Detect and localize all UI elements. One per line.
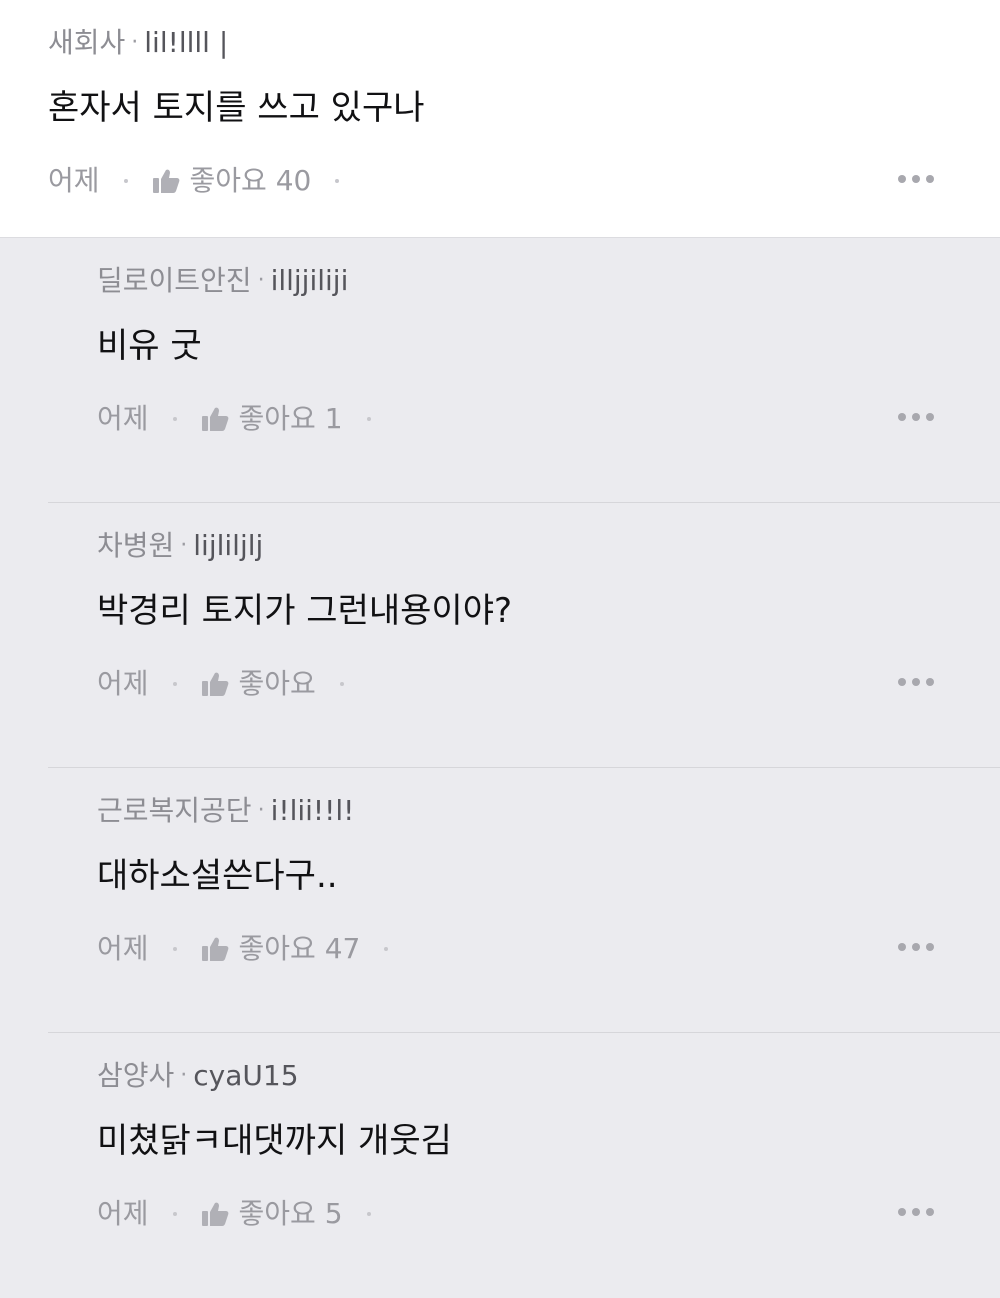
like-button[interactable]: 좋아요 5 bbox=[201, 1197, 343, 1231]
more-dots-icon bbox=[898, 943, 906, 951]
separator-dot: · bbox=[180, 1063, 188, 1088]
comment-meta: 새회사 · lil!llll | bbox=[48, 26, 228, 60]
like-label: 좋아요 bbox=[238, 932, 316, 965]
thumbs-up-icon bbox=[201, 407, 228, 431]
timestamp: 어제 bbox=[97, 932, 149, 965]
timestamp: 어제 bbox=[97, 402, 149, 435]
timestamp: 어제 bbox=[48, 164, 100, 197]
comment-meta: 근로복지공단 · i!lii!!l! bbox=[97, 794, 354, 828]
reply-item: 근로복지공단 · i!lii!!l! 대하소설쓴다구.. 어제 좋아요 47 bbox=[0, 768, 1000, 1033]
author-name[interactable]: 삼양사 bbox=[97, 1059, 174, 1092]
comment-text: 비유 굿 bbox=[97, 326, 202, 366]
separator-dot bbox=[339, 682, 344, 686]
comment-text: 미쳤닭ㅋ대댓까지 개웃김 bbox=[97, 1121, 452, 1161]
like-button[interactable]: 좋아요 40 bbox=[152, 164, 312, 198]
separator-dot: · bbox=[257, 268, 265, 293]
comment-meta: 차병원 · lijliljlj bbox=[97, 529, 263, 563]
comment-actions: 어제 좋아요 47 bbox=[97, 932, 412, 966]
separator-dot: · bbox=[180, 533, 188, 558]
like-button[interactable]: 좋아요 47 bbox=[201, 932, 361, 966]
thumbs-up-icon bbox=[152, 169, 179, 193]
author-name[interactable]: 새회사 bbox=[48, 26, 125, 59]
separator-dot bbox=[172, 417, 177, 421]
comment-text: 대하소설쓴다구.. bbox=[97, 856, 338, 896]
like-count: 40 bbox=[275, 164, 312, 197]
more-dots-icon bbox=[898, 678, 906, 686]
separator-dot bbox=[172, 682, 177, 686]
thumbs-up-icon bbox=[201, 1202, 228, 1226]
separator-dot bbox=[335, 179, 340, 183]
comment-actions: 어제 좋아요 bbox=[97, 667, 368, 701]
comment-actions: 어제 좋아요 1 bbox=[97, 402, 395, 436]
comment-actions: 어제 좋아요 5 bbox=[97, 1197, 395, 1231]
thumbs-up-icon bbox=[201, 672, 228, 696]
timestamp: 어제 bbox=[97, 1197, 149, 1230]
more-options-button[interactable] bbox=[898, 175, 934, 183]
like-count: 47 bbox=[324, 932, 361, 965]
like-button[interactable]: 좋아요 1 bbox=[201, 402, 343, 436]
comment-meta: 딜로이트안진 · illjjiliji bbox=[97, 264, 348, 298]
more-options-button[interactable] bbox=[898, 678, 934, 686]
author-name[interactable]: 딜로이트안진 bbox=[97, 264, 252, 297]
author-name[interactable]: 차병원 bbox=[97, 529, 174, 562]
like-label: 좋아요 bbox=[189, 164, 267, 197]
more-options-button[interactable] bbox=[898, 413, 934, 421]
more-dots-icon bbox=[898, 413, 906, 421]
like-label: 좋아요 bbox=[238, 1197, 316, 1230]
separator-dot: · bbox=[131, 30, 139, 55]
separator-dot bbox=[366, 1212, 371, 1216]
author-name[interactable]: 근로복지공단 bbox=[97, 794, 252, 827]
comment-text: 박경리 토지가 그런내용이야? bbox=[97, 591, 513, 631]
like-label: 좋아요 bbox=[238, 402, 316, 435]
more-options-button[interactable] bbox=[898, 943, 934, 951]
separator-dot bbox=[172, 947, 177, 951]
thumbs-up-icon bbox=[201, 937, 228, 961]
reply-item: 딜로이트안진 · illjjiliji 비유 굿 어제 좋아요 1 bbox=[0, 238, 1000, 503]
main-comment: 새회사 · lil!llll | 혼자서 토지를 쓰고 있구나 어제 좋아요 40 bbox=[0, 0, 1000, 238]
reply-list: 딜로이트안진 · illjjiliji 비유 굿 어제 좋아요 1 차병원 · lijl… bbox=[0, 238, 1000, 1298]
separator-dot bbox=[384, 947, 389, 951]
separator-dot bbox=[172, 1212, 177, 1216]
comment-actions: 어제 좋아요 40 bbox=[48, 164, 363, 198]
more-dots-icon bbox=[898, 175, 906, 183]
more-dots-icon bbox=[898, 1208, 906, 1216]
user-id: illjjiliji bbox=[270, 264, 349, 297]
reply-item: 차병원 · lijliljlj 박경리 토지가 그런내용이야? 어제 좋아요 bbox=[0, 503, 1000, 768]
comment-meta: 삼양사 · cyaU15 bbox=[97, 1059, 299, 1093]
separator-dot bbox=[123, 179, 128, 183]
more-options-button[interactable] bbox=[898, 1208, 934, 1216]
like-label: 좋아요 bbox=[238, 667, 316, 700]
comment-text: 혼자서 토지를 쓰고 있구나 bbox=[48, 88, 425, 128]
user-id: lil!llll | bbox=[144, 26, 229, 59]
user-id: lijliljlj bbox=[193, 529, 264, 562]
timestamp: 어제 bbox=[97, 667, 149, 700]
like-button[interactable]: 좋아요 bbox=[201, 667, 316, 701]
reply-item: 삼양사 · cyaU15 미쳤닭ㅋ대댓까지 개웃김 어제 좋아요 5 bbox=[0, 1033, 1000, 1298]
separator-dot bbox=[366, 417, 371, 421]
separator-dot: · bbox=[257, 798, 265, 823]
user-id: i!lii!!l! bbox=[270, 794, 355, 827]
like-count: 5 bbox=[324, 1197, 343, 1230]
like-count: 1 bbox=[324, 402, 343, 435]
user-id: cyaU15 bbox=[193, 1059, 299, 1092]
